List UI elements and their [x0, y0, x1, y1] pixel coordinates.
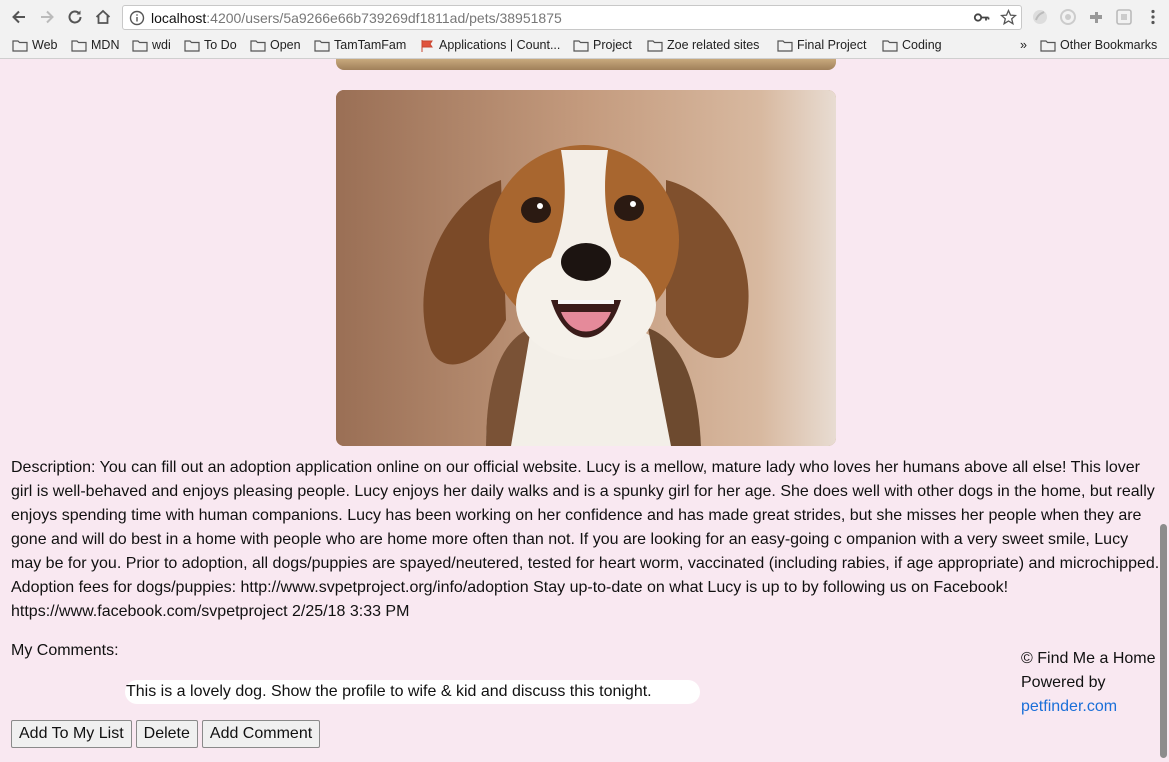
beagle-illustration	[336, 90, 836, 446]
forward-button[interactable]	[36, 6, 58, 28]
chevron-double-right-icon: »	[1020, 38, 1027, 52]
key-icon[interactable]	[973, 9, 990, 26]
bookmark-to-do[interactable]: To Do	[184, 38, 237, 52]
url-path: :4200/users/5a9266e66b739269df1811ad/pet…	[206, 9, 562, 26]
extension-3-icon[interactable]	[1087, 8, 1105, 26]
comment-text[interactable]: This is a lovely dog. Show the profile t…	[125, 680, 700, 704]
petfinder-link[interactable]: petfinder.com	[1021, 698, 1117, 715]
bookmark-web[interactable]: Web	[12, 38, 57, 52]
bookmark-label: Final Project	[797, 38, 867, 52]
bookmark-label: wdi	[152, 38, 171, 52]
back-button[interactable]	[8, 6, 30, 28]
vertical-scrollbar[interactable]	[1160, 524, 1167, 758]
reload-icon	[68, 10, 82, 24]
more-bookmarks-button[interactable]: »	[1020, 38, 1027, 52]
bookmark-applications[interactable]: Applications | Count...	[419, 38, 560, 52]
beagle-photo	[336, 90, 836, 446]
bookmark-tamtamfam[interactable]: TamTamFam	[314, 38, 406, 52]
bookmark-label: Web	[32, 38, 58, 52]
info-icon[interactable]	[129, 10, 145, 26]
bookmark-label: TamTamFam	[334, 38, 407, 52]
bookmark-label: To Do	[204, 38, 237, 52]
bookmark-wdi[interactable]: wdi	[132, 38, 171, 52]
folder-icon	[1040, 39, 1056, 52]
bookmark-final-project[interactable]: Final Project	[777, 38, 866, 52]
bookmark-label: Coding	[902, 38, 942, 52]
browser-toolbar: localhost:4200/users/5a9266e66b739269df1…	[0, 0, 1169, 34]
url-host: localhost	[151, 9, 207, 26]
bookmark-project[interactable]: Project	[573, 38, 632, 52]
bookmark-open[interactable]: Open	[250, 38, 301, 52]
folder-icon	[314, 39, 330, 52]
powered-by-text: Powered by	[1021, 674, 1106, 691]
extension-2-icon[interactable]	[1059, 8, 1077, 26]
bookmark-zoe-related-sites[interactable]: Zoe related sites	[647, 38, 759, 52]
arrow-right-icon	[41, 10, 54, 24]
flag-icon	[421, 39, 433, 52]
extension-1-icon[interactable]	[1031, 8, 1049, 26]
menu-kebab-icon[interactable]	[1144, 8, 1162, 26]
add-to-list-button[interactable]: Add To My List	[11, 720, 132, 748]
bookmark-label: MDN	[91, 38, 120, 52]
bookmark-label: Project	[593, 38, 632, 52]
bookmark-label: Open	[270, 38, 301, 52]
bookmarks-bar: Web MDN wdi To Do Open TamTamFam Applica…	[0, 34, 1169, 59]
pet-description: Description: You can fill out an adoptio…	[11, 459, 1160, 620]
extension-4-icon[interactable]	[1115, 8, 1133, 26]
url-text[interactable]: localhost:4200/users/5a9266e66b739269df1…	[151, 10, 562, 26]
footer: © Find Me a Home Powered by petfinder.co…	[1021, 647, 1156, 719]
bookmark-label: Other Bookmarks	[1060, 38, 1158, 52]
folder-icon	[184, 39, 200, 52]
reload-button[interactable]	[64, 6, 86, 28]
folder-icon	[882, 39, 898, 52]
delete-button[interactable]: Delete	[135, 720, 198, 748]
bookmark-coding[interactable]: Coding	[882, 38, 942, 52]
arrow-left-icon	[12, 10, 25, 24]
folder-icon	[12, 39, 28, 52]
bookmark-other-bookmarks[interactable]: Other Bookmarks	[1040, 38, 1157, 52]
bookmark-label: Applications | Count...	[439, 38, 561, 52]
copyright-text: © Find Me a Home	[1021, 650, 1156, 667]
add-comment-button[interactable]: Add Comment	[201, 720, 321, 748]
bookmark-mdn[interactable]: MDN	[71, 38, 119, 52]
folder-icon	[777, 39, 793, 52]
folder-icon	[647, 39, 663, 52]
star-icon[interactable]	[1000, 9, 1017, 26]
previous-photo-edge	[336, 59, 836, 70]
home-icon	[95, 9, 111, 24]
folder-icon	[250, 39, 266, 52]
folder-icon	[573, 39, 589, 52]
comments-label: My Comments:	[11, 642, 119, 659]
folder-icon	[132, 39, 148, 52]
action-buttons: Add To My List Delete Add Comment	[11, 720, 321, 748]
address-bar[interactable]: localhost:4200/users/5a9266e66b739269df1…	[122, 5, 1022, 30]
home-button[interactable]	[92, 6, 114, 28]
bookmark-label: Zoe related sites	[667, 38, 760, 52]
folder-icon	[71, 39, 87, 52]
